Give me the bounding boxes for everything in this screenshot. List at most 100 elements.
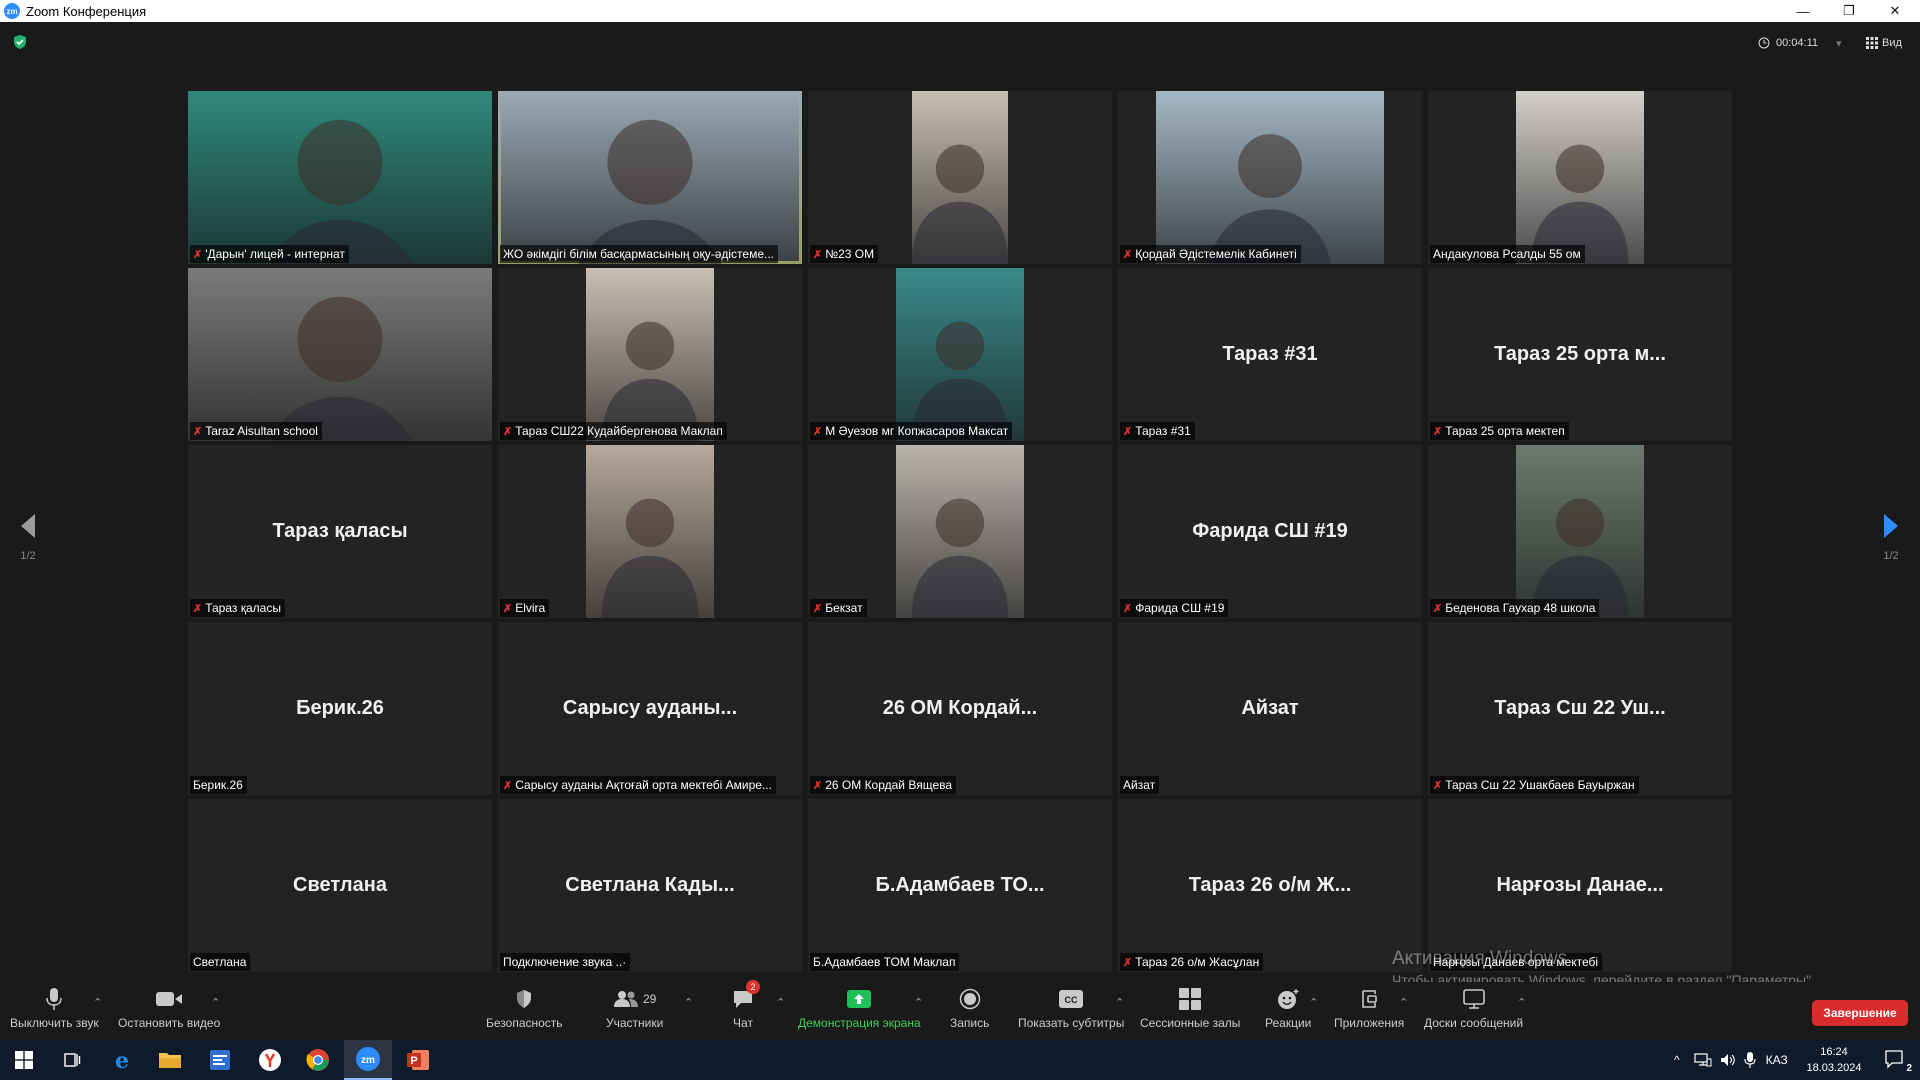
participant-tile[interactable]: ✗ Taraz Aisultan school [188,268,492,441]
minimize-button[interactable]: — [1780,0,1826,22]
participant-tile[interactable]: Тараз 26 о/м Ж... ✗ Тараз 26 о/м Жасұлан [1118,799,1422,972]
person-silhouette-icon [601,321,699,441]
file-explorer-taskbar-button[interactable] [146,1040,194,1080]
muted-mic-icon: ✗ [1433,425,1443,438]
microphone-tray-icon[interactable] [1744,1052,1756,1068]
participant-name: Тараз 26 о/м Жасұлан [1135,955,1260,969]
yandex-browser-taskbar-button[interactable] [246,1040,294,1080]
participant-tile[interactable]: Сарысу ауданы... ✗ Сарысу ауданы Ақтоғай о… [498,622,802,795]
stop-video-button[interactable]: Остановить видео [118,986,220,1030]
arrow-right-icon[interactable] [1882,512,1900,540]
muted-mic-icon: ✗ [193,602,203,615]
captions-button[interactable]: CC Показать субтитры [1018,986,1124,1030]
chat-options-caret[interactable]: ⌃ [776,996,785,1009]
participant-tile[interactable]: ✗ Бекзат [808,445,1112,618]
participant-tile[interactable]: ЖО әкімдігі білім басқармасының оқу-әдіс… [498,91,802,264]
end-meeting-button[interactable]: Завершение [1812,1000,1908,1026]
whiteboards-button[interactable]: Доски сообщений [1424,986,1523,1030]
participant-name: Андакулова Рсалды 55 ом [1433,247,1581,261]
participant-tile[interactable]: ✗ Қордай Әдістемелік Кабинеті [1118,91,1422,264]
participant-tile[interactable]: ✗ Elvira [498,445,802,618]
participant-name-tag: ✗ Taraz Aisultan school [190,422,322,440]
chevron-down-icon: ▾ [1836,37,1842,50]
participant-tile[interactable]: Тараз қаласы ✗ Тараз қаласы [188,445,492,618]
folder-icon [159,1053,181,1068]
audio-options-caret[interactable]: ⌃ [93,996,102,1009]
reactions-button[interactable]: Реакции [1265,986,1311,1030]
participant-tile[interactable]: ✗ Тараз СШ22 Кудайбергенова Маклап [498,268,802,441]
muted-mic-icon: ✗ [1123,248,1133,261]
participant-tile[interactable]: Нарғозы Данае... Нарғозы Данаев орта мект… [1428,799,1732,972]
apps-options-caret[interactable]: ⌃ [1399,996,1408,1009]
captions-options-caret[interactable]: ⌃ [1115,996,1124,1009]
whiteboards-options-caret[interactable]: ⌃ [1517,996,1526,1009]
security-button[interactable]: Безопасность [486,986,563,1030]
chat-button[interactable]: 2 Чат [732,980,760,1030]
breakout-rooms-button[interactable]: Сессионные залы [1140,986,1240,1030]
volume-icon[interactable] [1720,1053,1736,1067]
zoom-taskbar-button[interactable]: zm [344,1040,392,1080]
participant-video [1516,445,1644,618]
task-view-icon [64,1053,81,1067]
edge-taskbar-button[interactable]: e [98,1040,146,1080]
participant-name: Беденова Гаухар 48 школа [1445,601,1596,615]
video-options-caret[interactable]: ⌃ [211,996,220,1009]
news-app-icon [210,1050,230,1070]
view-button[interactable]: Вид [1866,34,1902,52]
windows-start-button[interactable] [0,1040,48,1080]
reactions-options-caret[interactable]: ⌃ [1309,996,1318,1009]
notifications-button[interactable]: 2 [1872,1040,1920,1080]
participant-tile[interactable]: Тараз Сш 22 Уш... ✗ Тараз Сш 22 Ушакбаев Б… [1428,622,1732,795]
news-app-taskbar-button[interactable] [196,1040,244,1080]
participant-tile[interactable]: Фарида СШ #19 ✗ Фарида СШ #19 [1118,445,1422,618]
person-silhouette-icon [911,321,1009,441]
chrome-taskbar-button[interactable] [294,1040,342,1080]
encryption-shield-icon[interactable] [12,34,28,50]
record-button[interactable]: Запись [950,986,989,1030]
close-button[interactable]: ✕ [1872,0,1918,22]
meeting-timer[interactable]: 00:04:11 ▾ [1758,34,1842,52]
arrow-left-icon[interactable] [19,512,37,540]
keyboard-language[interactable]: КАЗ [1766,1053,1788,1067]
participant-tile[interactable]: Айзат Айзат [1118,622,1422,795]
participant-tile[interactable]: 26 ОМ Кордай... ✗ 26 ОМ Кордай Вящева [808,622,1112,795]
participant-video [1516,91,1644,264]
participant-tile[interactable]: ✗ №23 ОМ [808,91,1112,264]
participant-tile[interactable]: ✗ Беденова Гаухар 48 школа [1428,445,1732,618]
task-view-button[interactable] [48,1040,96,1080]
participant-tile[interactable]: Б.Адамбаев ТО... Б.Адамбаев ТОМ Маклап [808,799,1112,972]
mute-button[interactable]: Выключить звук [10,986,99,1030]
share-options-caret[interactable]: ⌃ [914,996,923,1009]
participant-tile[interactable]: ✗ 'Дарын' лицей - интернат [188,91,492,264]
participant-name-tag: ✗ Тараз СШ22 Кудайбергенова Маклап [500,422,727,440]
apps-button[interactable]: Приложения [1334,986,1404,1030]
participant-name: Фарида СШ #19 [1135,601,1225,615]
share-screen-button[interactable]: Демонстрация экрана [798,986,921,1030]
participant-name-tag: ✗ Бекзат [810,599,867,617]
participant-tile[interactable]: Светлана Светлана [188,799,492,972]
muted-mic-icon: ✗ [1433,602,1443,615]
participant-tile[interactable]: Светлана Кады... Подключение звука ..· [498,799,802,972]
next-page[interactable]: 1/2 [1871,512,1911,562]
breakout-rooms-label: Сессионные залы [1140,1016,1241,1030]
participant-name-tag: ✗ Тараз 26 о/м Жасұлан [1120,953,1264,971]
participant-tile[interactable]: Тараз #31 ✗ Тараз #31 [1118,268,1422,441]
powerpoint-taskbar-button[interactable]: P [394,1040,442,1080]
participants-options-caret[interactable]: ⌃ [684,996,693,1009]
participant-tile[interactable]: Берик.26 Берик.26 [188,622,492,795]
participant-tile[interactable]: Тараз 25 орта м... ✗ Тараз 25 орта мектеп [1428,268,1732,441]
tray-expand-icon[interactable]: ^ [1674,1053,1680,1067]
participant-tile[interactable]: Андакулова Рсалды 55 ом [1428,91,1732,264]
prev-page[interactable]: 1/2 [8,512,48,562]
muted-mic-icon: ✗ [503,779,513,792]
taskbar-clock[interactable]: 16:24 18.03.2024 [1800,1044,1868,1076]
system-tray: ^ КАЗ [1674,1040,1788,1080]
participant-tile[interactable]: ✗ М Әуезов мг Копжасаров Максат [808,268,1112,441]
participant-name-tag: ✗ Беденова Гаухар 48 школа [1430,599,1600,617]
muted-mic-icon: ✗ [813,248,823,261]
participant-name-tag: ✗ Elvira [500,599,550,617]
participants-button[interactable]: 29 Участники [606,986,663,1030]
restore-button[interactable]: ❐ [1826,0,1872,22]
participant-name: Тараз #31 [1135,424,1191,438]
network-icon[interactable] [1694,1053,1712,1067]
